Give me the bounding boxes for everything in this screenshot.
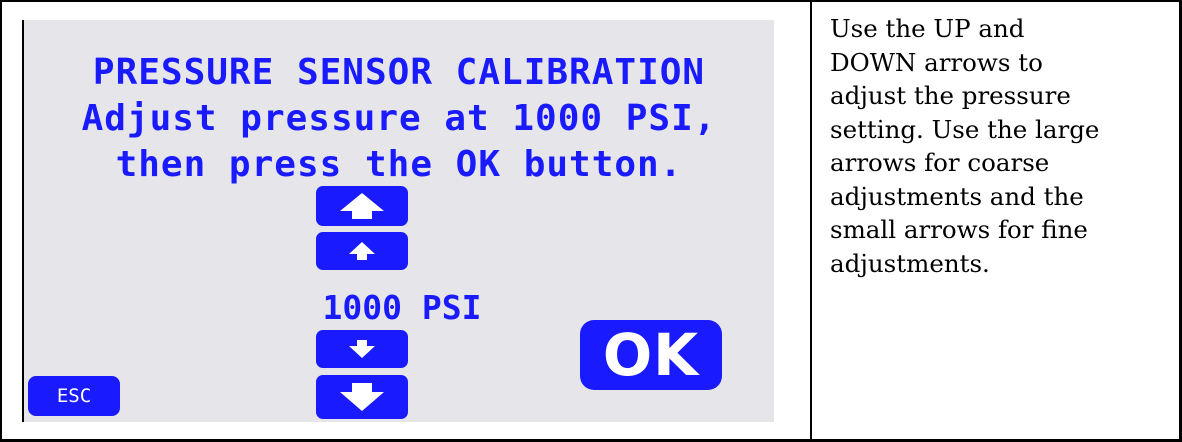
ok-button[interactable]: OK	[580, 320, 722, 390]
down-large-button[interactable]	[316, 375, 408, 419]
arrow-up-large-icon	[340, 193, 384, 219]
instruction-line-adjust: Adjust pressure at 1000 PSI,	[81, 98, 717, 139]
instructions-text: Use the UP and DOWN arrows to adjust the…	[830, 12, 1175, 280]
arrow-up-small-icon	[349, 242, 375, 260]
calibration-screen: PRESSURE SENSOR CALIBRATION Adjust press…	[22, 20, 774, 422]
instructions-line: DOWN arrows to	[830, 47, 1043, 77]
table-column-divider	[810, 0, 812, 442]
instruction-line-press-ok: then press the OK button.	[115, 144, 683, 185]
screen-title: PRESSURE SENSOR CALIBRATION	[92, 52, 706, 93]
arrow-down-small-icon	[349, 340, 375, 358]
instructions-line: arrows for coarse	[830, 148, 1050, 177]
arrow-down-large-icon	[340, 383, 384, 411]
document-table: PRESSURE SENSOR CALIBRATION Adjust press…	[0, 0, 1182, 442]
instructions-line: Use the UP and	[830, 14, 1025, 43]
table-border-left	[0, 0, 2, 442]
instructions-line: small arrows for fine	[830, 215, 1088, 244]
esc-button[interactable]: ESC	[28, 376, 120, 416]
down-small-button[interactable]	[316, 330, 408, 368]
instructions-line: setting. Use the large	[830, 114, 1100, 144]
instructions-line: adjust the pressure	[830, 81, 1071, 110]
instructions-line: adjustments and the	[830, 181, 1084, 211]
table-border-top	[0, 0, 1182, 2]
instructions-line: adjustments.	[830, 248, 990, 278]
up-large-button[interactable]	[316, 186, 408, 226]
pressure-value: 1000 PSI	[322, 288, 482, 327]
up-small-button[interactable]	[316, 232, 408, 270]
